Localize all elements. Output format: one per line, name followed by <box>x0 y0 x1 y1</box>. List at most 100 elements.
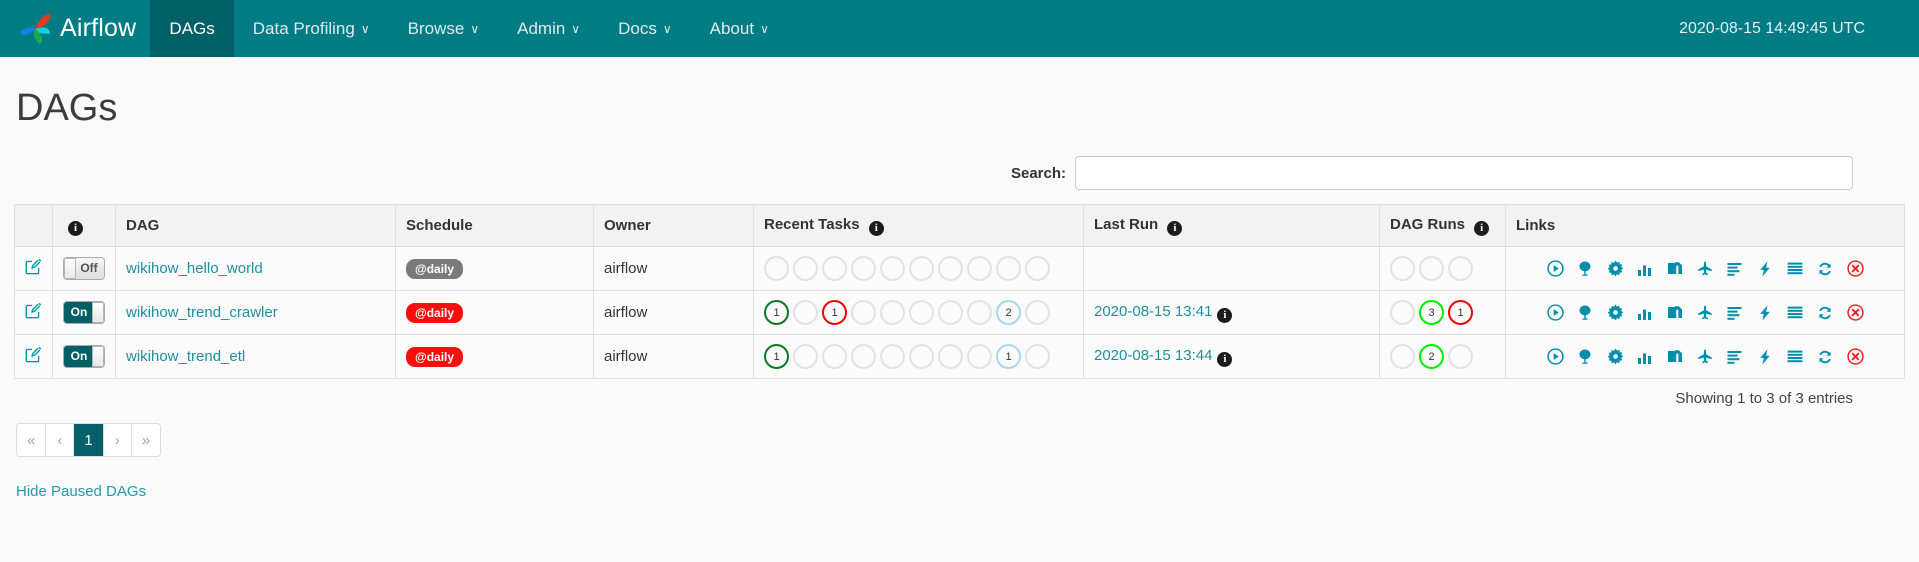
delete-icon[interactable] <box>1846 304 1864 322</box>
edit-pencil-icon[interactable] <box>25 302 42 323</box>
task-tries-icon[interactable] <box>1666 304 1684 322</box>
task-tries-icon[interactable] <box>1666 260 1684 278</box>
nav-item-dags[interactable]: DAGs <box>150 0 234 57</box>
dag-pause-toggle[interactable]: Off <box>63 257 105 280</box>
info-icon[interactable]: i <box>1474 220 1490 236</box>
dag-pause-toggle[interactable]: On <box>63 345 105 368</box>
dag-pause-toggle[interactable]: On <box>63 301 105 324</box>
logs-icon[interactable] <box>1786 304 1804 322</box>
recent-task-circle[interactable] <box>822 256 847 281</box>
trigger-dag-icon[interactable] <box>1546 304 1564 322</box>
dag-run-circle[interactable] <box>1390 256 1415 281</box>
pagination-button-1[interactable]: ‹ <box>46 424 75 456</box>
dag-run-circle[interactable]: 1 <box>1448 300 1473 325</box>
code-icon[interactable] <box>1756 260 1774 278</box>
nav-item-about[interactable]: About ∨ <box>691 0 788 57</box>
header-owner[interactable]: Owner <box>593 204 754 247</box>
recent-task-circle[interactable] <box>909 256 934 281</box>
code-icon[interactable] <box>1756 304 1774 322</box>
recent-task-circle[interactable] <box>967 256 992 281</box>
recent-task-circle[interactable] <box>880 300 905 325</box>
schedule-badge[interactable]: @daily <box>406 346 464 367</box>
dag-name-link[interactable]: wikihow_trend_etl <box>126 348 245 365</box>
info-icon[interactable]: i <box>1167 220 1183 236</box>
recent-task-circle[interactable]: 1 <box>764 344 789 369</box>
recent-task-circle[interactable] <box>996 256 1021 281</box>
trigger-dag-icon[interactable] <box>1546 260 1564 278</box>
dag-run-circle[interactable] <box>1390 344 1415 369</box>
last-run-link[interactable]: 2020-08-15 13:41 <box>1094 303 1212 320</box>
pagination-button-0[interactable]: « <box>17 424 47 456</box>
delete-icon[interactable] <box>1846 348 1864 366</box>
code-icon[interactable] <box>1756 348 1774 366</box>
schedule-badge[interactable]: @daily <box>406 302 464 323</box>
header-dag[interactable]: DAG <box>115 204 396 247</box>
tree-view-icon[interactable] <box>1576 304 1594 322</box>
recent-task-circle[interactable] <box>880 256 905 281</box>
recent-task-circle[interactable] <box>1025 256 1050 281</box>
search-input[interactable] <box>1075 156 1853 190</box>
info-icon[interactable]: i <box>1217 351 1233 367</box>
schedule-badge[interactable]: @daily <box>406 258 464 279</box>
dag-run-circle[interactable] <box>1419 256 1444 281</box>
gantt-icon[interactable] <box>1726 260 1744 278</box>
dag-name-link[interactable]: wikihow_trend_crawler <box>126 304 278 321</box>
recent-task-circle[interactable]: 1 <box>764 300 789 325</box>
recent-task-circle[interactable] <box>851 256 876 281</box>
refresh-icon[interactable] <box>1816 348 1834 366</box>
toggle-knob[interactable] <box>92 346 104 367</box>
logs-icon[interactable] <box>1786 348 1804 366</box>
recent-task-circle[interactable]: 2 <box>996 300 1021 325</box>
nav-item-docs[interactable]: Docs ∨ <box>599 0 691 57</box>
nav-item-browse[interactable]: Browse ∨ <box>389 0 498 57</box>
landing-times-icon[interactable] <box>1696 260 1714 278</box>
recent-task-circle[interactable] <box>851 344 876 369</box>
recent-task-circle[interactable] <box>764 256 789 281</box>
edit-pencil-icon[interactable] <box>25 258 42 279</box>
landing-times-icon[interactable] <box>1696 348 1714 366</box>
dag-run-circle[interactable]: 3 <box>1419 300 1444 325</box>
recent-task-circle[interactable] <box>938 256 963 281</box>
tree-view-icon[interactable] <box>1576 260 1594 278</box>
recent-task-circle[interactable] <box>880 344 905 369</box>
refresh-icon[interactable] <box>1816 260 1834 278</box>
recent-task-circle[interactable] <box>909 344 934 369</box>
task-tries-icon[interactable] <box>1666 348 1684 366</box>
recent-task-circle[interactable] <box>793 344 818 369</box>
gantt-icon[interactable] <box>1726 304 1744 322</box>
recent-task-circle[interactable] <box>938 300 963 325</box>
info-icon[interactable]: i <box>68 220 83 236</box>
graph-view-icon[interactable] <box>1606 348 1624 366</box>
delete-icon[interactable] <box>1846 260 1864 278</box>
recent-task-circle[interactable] <box>851 300 876 325</box>
task-duration-icon[interactable] <box>1636 304 1654 322</box>
recent-task-circle[interactable] <box>793 256 818 281</box>
recent-task-circle[interactable] <box>1025 300 1050 325</box>
logs-icon[interactable] <box>1786 260 1804 278</box>
tree-view-icon[interactable] <box>1576 348 1594 366</box>
recent-task-circle[interactable] <box>793 300 818 325</box>
header-schedule[interactable]: Schedule <box>395 204 594 247</box>
graph-view-icon[interactable] <box>1606 304 1624 322</box>
brand-home-link[interactable]: Airflow <box>0 0 150 57</box>
pagination-button-3[interactable]: › <box>103 424 132 456</box>
nav-item-data-profiling[interactable]: Data Profiling ∨ <box>234 0 389 57</box>
gantt-icon[interactable] <box>1726 348 1744 366</box>
recent-task-circle[interactable]: 1 <box>822 300 847 325</box>
recent-task-circle[interactable] <box>938 344 963 369</box>
task-duration-icon[interactable] <box>1636 260 1654 278</box>
pagination-button-page-1[interactable]: 1 <box>74 424 104 456</box>
refresh-icon[interactable] <box>1816 304 1834 322</box>
recent-task-circle[interactable] <box>967 300 992 325</box>
graph-view-icon[interactable] <box>1606 260 1624 278</box>
nav-item-admin[interactable]: Admin ∨ <box>498 0 599 57</box>
trigger-dag-icon[interactable] <box>1546 348 1564 366</box>
dag-run-circle[interactable] <box>1390 300 1415 325</box>
dag-name-link[interactable]: wikihow_hello_world <box>126 260 263 277</box>
landing-times-icon[interactable] <box>1696 304 1714 322</box>
recent-task-circle[interactable]: 1 <box>996 344 1021 369</box>
last-run-link[interactable]: 2020-08-15 13:44 <box>1094 347 1212 364</box>
hide-paused-dags-link[interactable]: Hide Paused DAGs <box>16 483 146 500</box>
dag-run-circle[interactable] <box>1448 256 1473 281</box>
info-icon[interactable]: i <box>868 220 884 236</box>
